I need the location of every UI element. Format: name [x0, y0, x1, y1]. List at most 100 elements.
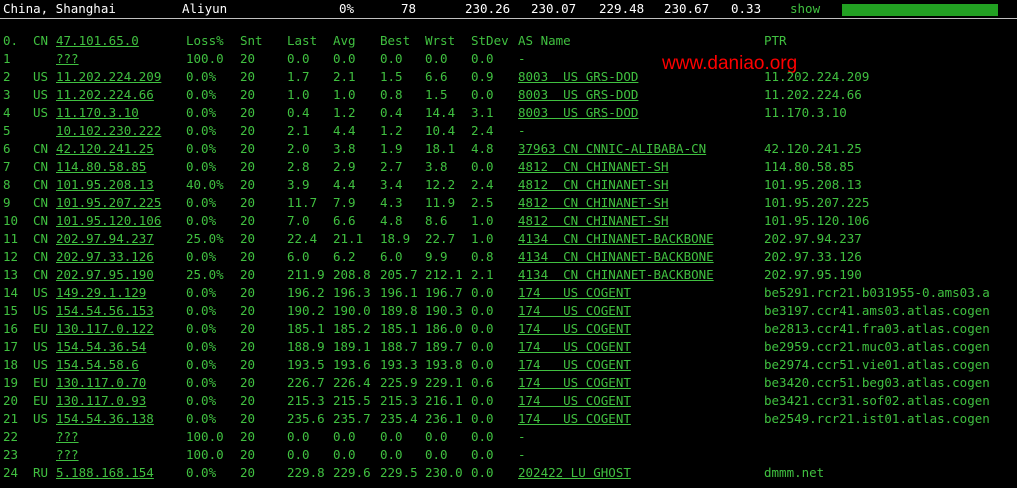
host-address[interactable]: 10.102.230.222 — [56, 122, 161, 140]
as-name[interactable]: 174 US COGENT — [518, 356, 631, 374]
host-address[interactable]: 202.97.95.190 — [56, 266, 154, 284]
host-address[interactable]: 202.97.94.237 — [56, 230, 154, 248]
host-address[interactable]: 5.188.168.154 — [56, 464, 154, 482]
loss-value: 0.0% — [186, 411, 217, 426]
as-name[interactable]: 8003 US GRS-DOD — [518, 68, 638, 86]
last-value: 229.8 — [287, 465, 325, 480]
best-value: 0.0 — [380, 51, 403, 66]
best-value: 225.9 — [380, 375, 418, 390]
as-name[interactable]: 4812 CN CHINANET-SH — [518, 158, 669, 176]
sent-value: 20 — [240, 429, 256, 444]
as-name[interactable]: 37963 CN CNNIC-ALIBABA-CN — [518, 140, 706, 158]
host-address[interactable]: ??? — [56, 50, 79, 68]
ptr-value: be3197.ccr41.ams03.atlas.cogen — [764, 303, 990, 318]
country-code: US — [33, 303, 49, 318]
country-code: CN — [33, 141, 49, 156]
worst-value: 190.3 — [425, 303, 463, 318]
best-value: 0.8 — [380, 87, 403, 102]
hop-number: 14 — [3, 285, 19, 300]
worst-value: 0.0 — [425, 51, 448, 66]
hop-number: 19 — [3, 375, 19, 390]
as-name[interactable]: 4812 CN CHINANET-SH — [518, 194, 669, 212]
country-code: CN — [33, 231, 49, 246]
host-address[interactable]: 130.117.0.70 — [56, 374, 146, 392]
host-address[interactable]: 154.54.36.138 — [56, 410, 154, 428]
stdev-value: 2.4 — [471, 123, 494, 138]
worst-value: 14.4 — [425, 105, 456, 120]
worst-value: 22.7 — [425, 231, 456, 246]
country-code: US — [33, 87, 49, 102]
as-name[interactable]: 174 US COGENT — [518, 392, 631, 410]
host-address[interactable]: ??? — [56, 446, 79, 464]
host-address[interactable]: 101.95.208.13 — [56, 176, 154, 194]
sent-value: 20 — [240, 375, 256, 390]
host-address[interactable]: 11.202.224.209 — [56, 68, 161, 86]
stdev-value: 0.0 — [471, 159, 494, 174]
host-address[interactable]: 101.95.120.106 — [56, 212, 161, 230]
as-name[interactable]: 4812 CN CHINANET-SH — [518, 176, 669, 194]
country-code: CN — [33, 177, 49, 192]
loss-value: 0.0% — [186, 465, 217, 480]
header-as-name: AS Name — [518, 33, 571, 48]
as-name[interactable]: - — [518, 428, 526, 446]
host-address[interactable]: 149.29.1.129 — [56, 284, 146, 302]
as-name[interactable]: 4134 CN CHINANET-BACKBONE — [518, 248, 714, 266]
sent-value: 20 — [240, 141, 256, 156]
location-text: China, Shanghai — [3, 1, 116, 16]
last-value: 22.4 — [287, 231, 318, 246]
host-address[interactable]: 114.80.58.85 — [56, 158, 146, 176]
host-address[interactable]: 130.117.0.122 — [56, 320, 154, 338]
loss-value: 0.0% — [186, 249, 217, 264]
show-link[interactable]: show — [790, 0, 820, 18]
ptr-value: 101.95.207.225 — [764, 195, 870, 210]
loss-value: 0.0% — [186, 375, 217, 390]
as-name[interactable]: - — [518, 122, 526, 140]
as-name[interactable]: 4134 CN CHINANET-BACKBONE — [518, 266, 714, 284]
host-address[interactable]: 42.120.241.25 — [56, 140, 154, 158]
as-name[interactable]: 174 US COGENT — [518, 320, 631, 338]
best-value: 193.3 — [380, 357, 418, 372]
host-address[interactable]: 154.54.36.54 — [56, 338, 146, 356]
loss-value: 0.0% — [186, 357, 217, 372]
header-best: Best — [380, 33, 411, 48]
loss-value: 0.0% — [186, 123, 217, 138]
stdev-value: 3.1 — [471, 105, 494, 120]
header-stdev: StDev — [471, 33, 509, 48]
host-address[interactable]: 101.95.207.225 — [56, 194, 161, 212]
as-name[interactable]: 174 US COGENT — [518, 374, 631, 392]
host-address[interactable]: 154.54.56.153 — [56, 302, 154, 320]
host-address[interactable]: 202.97.33.126 — [56, 248, 154, 266]
loss-value: 0.0% — [186, 339, 217, 354]
loss-value: 100.0 — [186, 429, 224, 444]
hop-number: 11 — [3, 231, 19, 246]
as-name[interactable]: 4812 CN CHINANET-SH — [518, 212, 669, 230]
best-value: 2.7 — [380, 159, 403, 174]
host-address[interactable]: 11.170.3.10 — [56, 104, 139, 122]
worst-value: 212.1 — [425, 267, 463, 282]
as-name[interactable]: - — [518, 446, 526, 464]
header-host[interactable]: 47.101.65.0 — [56, 32, 139, 50]
as-name[interactable]: 174 US COGENT — [518, 302, 631, 320]
as-name[interactable]: 8003 US GRS-DOD — [518, 104, 638, 122]
sent-value: 20 — [240, 411, 256, 426]
as-name[interactable]: 174 US COGENT — [518, 338, 631, 356]
worst-value: 12.2 — [425, 177, 456, 192]
as-name[interactable]: 202422 LU GHOST — [518, 464, 631, 482]
worst-value: 11.9 — [425, 195, 456, 210]
ptr-value: 11.202.224.209 — [764, 69, 870, 84]
as-name[interactable]: 174 US COGENT — [518, 284, 631, 302]
as-name[interactable]: 174 US COGENT — [518, 410, 631, 428]
host-address[interactable]: 11.202.224.66 — [56, 86, 154, 104]
as-name[interactable]: 4134 CN CHINANET-BACKBONE — [518, 230, 714, 248]
avg-value: 4.4 — [333, 177, 356, 192]
avg-value: 189.1 — [333, 339, 371, 354]
hop-number: 10 — [3, 213, 19, 228]
stdev-value: 0.0 — [471, 321, 494, 336]
host-address[interactable]: ??? — [56, 428, 79, 446]
stdev-value: 2.1 — [471, 267, 494, 282]
sent-value: 20 — [240, 249, 256, 264]
as-name[interactable]: - — [518, 50, 526, 68]
as-name[interactable]: 8003 US GRS-DOD — [518, 86, 638, 104]
host-address[interactable]: 154.54.58.6 — [56, 356, 139, 374]
host-address[interactable]: 130.117.0.93 — [56, 392, 146, 410]
